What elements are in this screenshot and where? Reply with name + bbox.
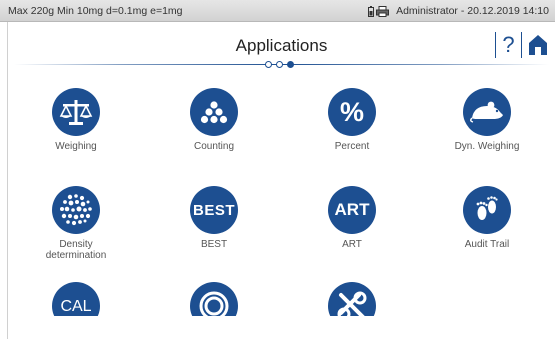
balance-spec-text: Max 220g Min 10mg d=0.1mg e=1mg [8, 5, 183, 17]
app-label: Dyn. Weighing [454, 141, 520, 152]
best-icon: BEST [190, 186, 238, 234]
mouse-icon [463, 88, 511, 136]
cal-icon: CAL [52, 282, 100, 316]
footprints-icon [463, 186, 511, 234]
art-icon: ART [328, 186, 376, 234]
status-icons [368, 5, 390, 17]
ring-icon [190, 282, 238, 316]
app-density-determination[interactable]: Density determination [21, 186, 131, 261]
help-button[interactable]: ? [495, 32, 521, 58]
page-dot-1[interactable] [265, 61, 272, 68]
battery-icon [368, 5, 375, 17]
percent-glyph: % [339, 96, 364, 127]
app-grid-row-3: CAL [8, 282, 555, 316]
app-counting[interactable]: Counting [159, 88, 269, 152]
tools-icon [328, 282, 376, 316]
percent-icon: % [328, 88, 376, 136]
app-label: ART [342, 239, 362, 250]
app-label: Audit Trail [464, 239, 510, 250]
app-weighing[interactable]: Weighing [21, 88, 131, 152]
app-label: Weighing [55, 141, 97, 152]
page-indicator[interactable] [265, 60, 294, 69]
app-percent[interactable]: % Percent [297, 88, 407, 152]
cal-glyph: CAL [60, 298, 92, 315]
app-best[interactable]: BEST BEST [159, 186, 269, 250]
art-glyph: ART [334, 200, 370, 219]
page-dot-3[interactable] [287, 61, 294, 68]
status-right: Administrator - 20.12.2019 14:10 [368, 5, 549, 17]
app-ring[interactable] [159, 282, 269, 316]
app-art[interactable]: ART ART [297, 186, 407, 250]
header: Applications ? [8, 22, 555, 68]
app-label: Density determination [45, 239, 107, 261]
dots-icon [190, 88, 238, 136]
app-audit-trail[interactable]: Audit Trail [432, 186, 542, 250]
page-title: Applications [235, 36, 328, 55]
page-dot-2[interactable] [276, 61, 283, 68]
balance-icon [52, 88, 100, 136]
printer-icon [376, 5, 390, 17]
user-datetime: Administrator - 20.12.2019 14:10 [396, 5, 549, 17]
app-tools[interactable] [297, 282, 407, 316]
app-dyn-weighing[interactable]: Dyn. Weighing [432, 88, 542, 152]
status-bar: Max 220g Min 10mg d=0.1mg e=1mg Administ… [0, 0, 555, 22]
app-label: Counting [193, 141, 235, 152]
best-glyph: BEST [192, 201, 235, 219]
bubbles-icon [52, 186, 100, 234]
app-label: BEST [200, 239, 228, 250]
home-button[interactable] [521, 32, 553, 58]
app-label: Percent [334, 141, 370, 152]
home-icon [528, 35, 547, 55]
app-cal[interactable]: CAL [21, 282, 131, 316]
